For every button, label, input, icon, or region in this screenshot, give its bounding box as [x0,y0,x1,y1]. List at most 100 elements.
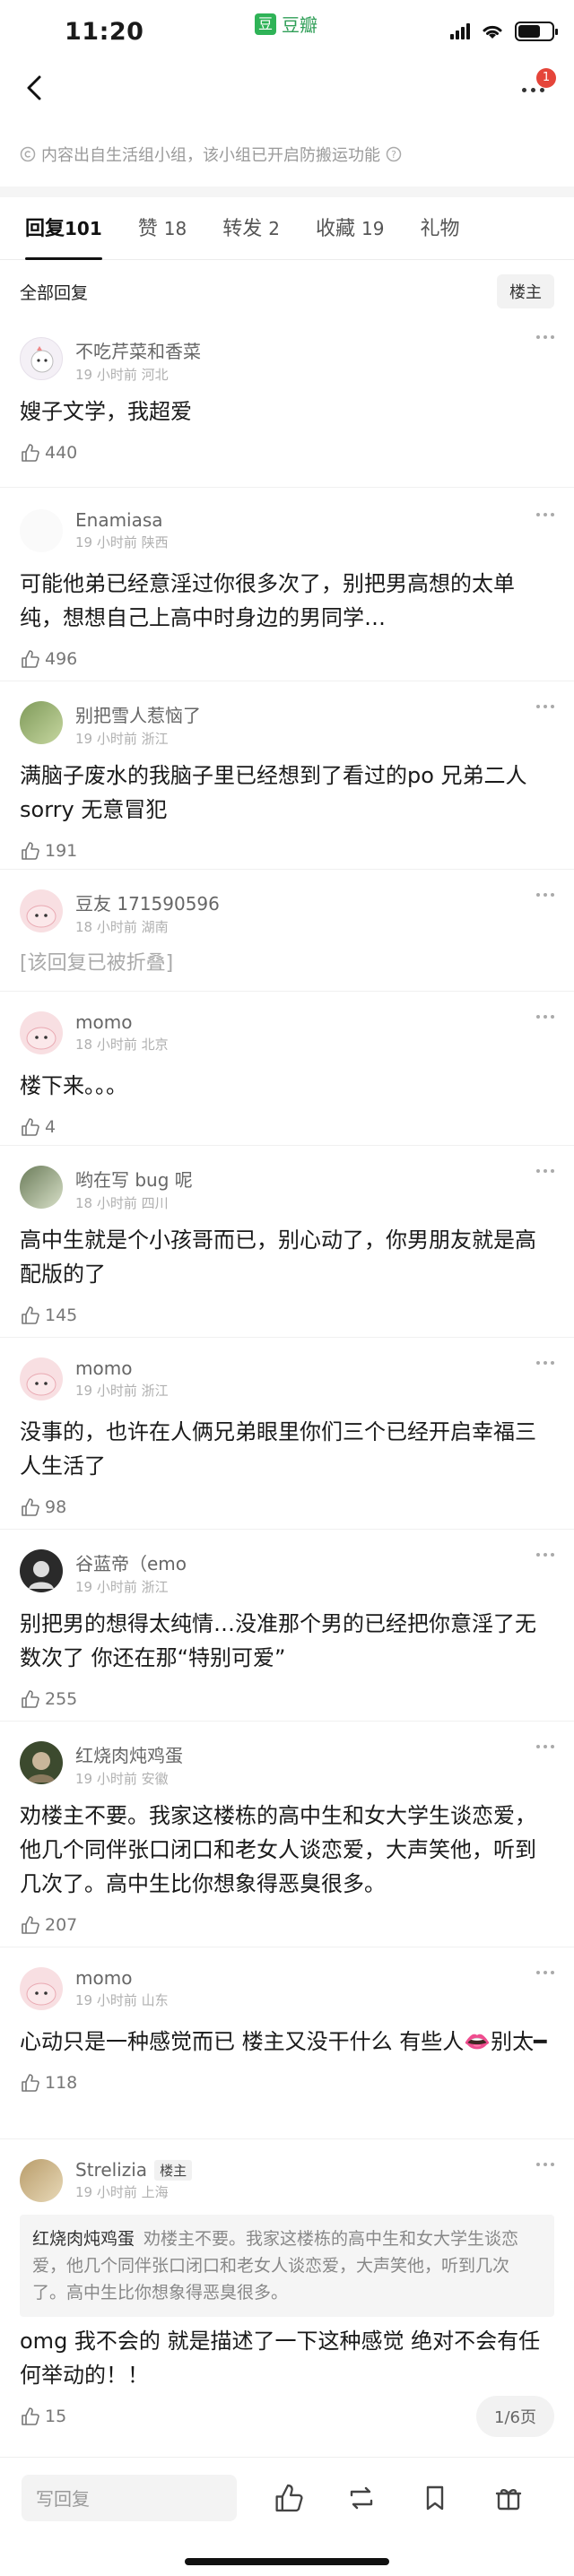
like-count: 98 [45,1497,67,1517]
comment-author[interactable]: Strelizia [75,2159,147,2181]
comment-author[interactable]: 哟在写 bug 呢 [75,1166,193,1192]
comment-time: 19 小时前 陕西 [75,534,169,551]
folded-reply-notice[interactable]: [该回复已被折叠] [20,947,554,981]
comment-time: 19 小时前 安徽 [75,1771,169,1787]
thumb-up-icon [22,2407,39,2425]
comment-more-button[interactable] [536,513,554,516]
quoted-author: 红烧肉炖鸡蛋 [32,2229,135,2249]
comment-more-button[interactable] [536,2163,554,2166]
comment-author[interactable]: momo [75,1967,132,1989]
tab-replies[interactable]: 回复101 [25,212,102,260]
comment-author[interactable]: 豆友 171590596 [75,889,220,915]
comment-more-button[interactable] [536,705,554,708]
comment-text: omg 我不会的 就是描述了一下这种感觉 绝对不会有任何举动的！！ [20,2329,541,2388]
tab-gifts[interactable]: 礼物 [420,212,459,259]
clock: 11:20 [65,18,144,46]
avatar[interactable] [20,1741,63,1784]
comment-more-button[interactable] [536,335,554,339]
tab-collections[interactable]: 收藏 19 [316,212,384,259]
comment-item: 不吃芹菜和香菜 19 小时前 河北 嫂子文学，我超爱 440 [0,323,574,488]
thumb-up-icon [22,1118,39,1136]
tab-reposts[interactable]: 转发 2 [222,212,280,259]
avatar[interactable] [20,2159,63,2202]
comment-list: 不吃芹菜和香菜 19 小时前 河北 嫂子文学，我超爱 440 Enamiasa … [0,323,574,2426]
comment-time: 18 小时前 湖南 [75,919,169,935]
wifi-icon [483,25,502,39]
avatar[interactable] [20,1549,63,1592]
avatar[interactable] [20,1357,63,1401]
bottom-action-bar: 写回复 [0,2457,574,2537]
comment-text: 高中生就是个小孩哥而已，别心动了，你男朋友就是高配版的了 [20,1227,536,1287]
comment-author[interactable]: momo [75,1357,132,1379]
comment-text: 可能他弟已经意淫过你很多次了，别把男高想的太单纯，想想自己上高中时身边的男同学… [20,571,515,630]
like-count: 496 [45,649,78,669]
avatar[interactable] [20,889,63,932]
comment-time: 18 小时前 北京 [75,1036,169,1053]
reply-filter-row: 全部回复 楼主 [0,260,574,323]
like-button[interactable]: 4 [20,1103,554,1151]
like-button[interactable]: 255 [20,1675,554,1723]
comment-more-button[interactable] [536,893,554,897]
comment-item: 红烧肉炖鸡蛋 19 小时前 安徽 劝楼主不要。我家这楼栋的高中生和女大学生谈恋爱… [0,1722,574,1947]
comment-more-button[interactable] [536,1015,554,1019]
comment-item: Enamiasa 19 小时前 陕西 可能他弟已经意淫过你很多次了，别把男高想的… [0,488,574,681]
help-icon[interactable]: ? [386,146,402,162]
like-button[interactable]: 118 [20,2059,554,2107]
comment-more-button[interactable] [536,1361,554,1365]
thumb-up-icon [22,444,39,462]
like-button[interactable]: 145 [20,1291,554,1340]
like-count: 118 [45,2073,78,2093]
comment-time: 19 小时前 浙江 [75,1579,169,1595]
like-button[interactable]: 98 [20,1483,554,1531]
comment-more-button[interactable] [536,1553,554,1557]
app-indicator: 豆 豆瓣 [255,11,317,37]
back-button[interactable] [16,68,56,108]
reply-input[interactable]: 写回复 [22,2474,237,2521]
comment-item: momo 19 小时前 浙江 没事的，也许在人俩兄弟眼里你们三个已经开启幸福三人… [0,1338,574,1530]
comment-author[interactable]: Enamiasa [75,509,163,531]
op-badge: 楼主 [154,2159,193,2181]
like-count: 145 [45,1305,78,1325]
avatar[interactable] [20,1967,63,2010]
gift-icon[interactable] [493,2483,524,2513]
comment-more-button[interactable] [536,1971,554,1974]
like-button[interactable]: 207 [20,1901,554,1949]
thumb-up-icon [22,1916,39,1934]
all-replies-label[interactable]: 全部回复 [20,280,88,304]
comment-author[interactable]: 别把雪人惹恼了 [75,701,201,727]
comment-author[interactable]: 不吃芹菜和香菜 [75,337,201,363]
comment-time: 19 小时前 上海 [75,2184,169,2200]
nav-bar: 1 [0,59,574,122]
status-icons [450,22,558,41]
like-button[interactable]: 191 [20,827,554,875]
comment-text: 嫂子文学，我超爱 [20,399,192,424]
battery-icon [515,22,558,41]
quoted-reply[interactable]: 红烧肉炖鸡蛋 劝楼主不要。我家这楼栋的高中生和女大学生谈恋爱，他几个同伴张口闭口和… [20,2215,554,2317]
comment-text: 没事的，也许在人俩兄弟眼里你们三个已经开启幸福三人生活了 [20,1419,536,1479]
more-options-button[interactable]: 1 [515,68,556,102]
bookmark-icon[interactable] [420,2483,450,2513]
thumb-up-icon [22,842,39,860]
comment-more-button[interactable] [536,1169,554,1173]
comment-author[interactable]: 谷蓝帝（emo [75,1549,187,1575]
avatar[interactable] [20,1011,63,1054]
comment-author[interactable]: 红烧肉炖鸡蛋 [75,1741,183,1767]
like-button[interactable]: 496 [20,635,554,683]
page-indicator[interactable]: 1/6页 [476,2396,554,2437]
avatar[interactable] [20,509,63,552]
op-only-button[interactable]: 楼主 [497,274,554,308]
comment-more-button[interactable] [536,1745,554,1748]
repost-icon[interactable] [346,2483,377,2513]
svg-text:?: ? [391,149,396,160]
comment-item: Strelizia 楼主 19 小时前 上海 红烧肉炖鸡蛋 劝楼主不要。我家这楼栋… [0,2139,574,2426]
tab-likes[interactable]: 赞 18 [138,212,187,259]
comment-text: 劝楼主不要。我家这楼栋的高中生和女大学生谈恋爱，他几个同伴张口闭口和老女人谈恋爱… [20,1803,536,1896]
avatar[interactable] [20,337,63,380]
avatar[interactable] [20,701,63,744]
avatar[interactable] [20,1166,63,1209]
comment-item: 哟在写 bug 呢 18 小时前 四川 高中生就是个小孩哥而已，别心动了，你男朋… [0,1146,574,1338]
like-button[interactable]: 440 [20,429,554,477]
comment-author[interactable]: momo [75,1011,132,1033]
like-post-icon[interactable] [273,2483,303,2513]
like-button[interactable]: 15 [20,2392,554,2441]
